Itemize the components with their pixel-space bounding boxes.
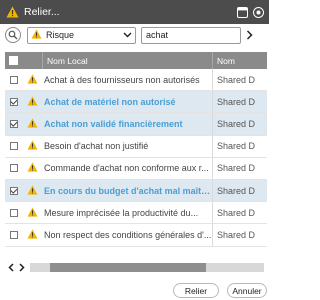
category-select[interactable]: Risque: [27, 26, 136, 44]
annuler-button[interactable]: Annuler: [227, 283, 267, 298]
table-row[interactable]: Achat de matériel non autorisé Shared D: [5, 91, 267, 114]
row-checkbox[interactable]: [9, 119, 18, 128]
table-row[interactable]: Achat non validé financièrement Shared D: [5, 113, 267, 136]
row-checkbox[interactable]: [9, 75, 18, 84]
chevron-right-icon[interactable]: [244, 27, 255, 44]
row-checkbox[interactable]: [9, 142, 18, 151]
warning-icon: [27, 229, 38, 241]
table-row[interactable]: Achat à des fournisseurs non autorisés Sh…: [5, 69, 267, 92]
row-nom: Shared D: [212, 157, 267, 179]
row-checkbox[interactable]: [9, 230, 18, 239]
table-row[interactable]: Besoin d'achat non justifié Shared D: [5, 135, 267, 158]
row-nom: Shared D: [212, 113, 267, 135]
row-nom: Shared D: [212, 91, 267, 113]
table-row[interactable]: Mesure imprécisée la productivité du... S…: [5, 202, 267, 225]
row-name: Commande d'achat non conforme aux r...: [44, 163, 209, 174]
filter-bar: Risque: [5, 24, 267, 46]
title-bar: Relier...: [0, 0, 269, 24]
column-header-nom[interactable]: Nom: [212, 52, 267, 69]
table-row[interactable]: Non respect des conditions générales d'.…: [5, 224, 267, 247]
row-name: Achat à des fournisseurs non autorisés: [44, 74, 200, 85]
table-row[interactable]: En cours du budget d'achat mal maîtris??…: [5, 179, 267, 203]
warning-icon: [27, 96, 38, 108]
scroll-track[interactable]: [30, 263, 264, 272]
table-row[interactable]: Commande d'achat non conforme aux r... Sh…: [5, 157, 267, 180]
table-body: Achat à des fournisseurs non autorisés Sh…: [5, 69, 267, 247]
window-title: Relier...: [24, 6, 60, 18]
row-nom: Shared D: [212, 202, 267, 224]
select-all-checkbox[interactable]: [9, 56, 18, 65]
warning-icon: [27, 140, 38, 152]
warning-icon: [27, 162, 38, 174]
category-select-value: Risque: [46, 30, 75, 40]
dialog-footer: Relier Annuler: [0, 283, 269, 299]
row-nom: Shared D: [212, 69, 267, 91]
scroll-thumb[interactable]: [50, 263, 206, 272]
row-name: En cours du budget d'achat mal maîtris??: [44, 185, 212, 196]
row-checkbox[interactable]: [9, 208, 18, 217]
row-name: Achat non validé financièrement: [44, 118, 183, 129]
scroll-right-icon[interactable]: [16, 262, 27, 273]
row-name: Non respect des conditions générales d'.…: [44, 229, 212, 240]
scroll-left-icon[interactable]: [5, 262, 16, 273]
chevron-down-icon: [122, 32, 132, 38]
row-nom: Shared D: [212, 224, 267, 246]
results-table: Nom Local Nom Achat à des fournisseurs n…: [5, 52, 267, 252]
warning-icon: [5, 6, 19, 19]
row-checkbox[interactable]: [9, 186, 18, 195]
window-icon[interactable]: [237, 6, 248, 18]
warning-icon: [27, 74, 38, 86]
row-nom: Shared D: [212, 179, 267, 202]
row-checkbox[interactable]: [9, 97, 18, 106]
horizontal-scrollbar[interactable]: [5, 262, 267, 273]
search-icon[interactable]: [5, 27, 21, 43]
row-checkbox[interactable]: [9, 164, 18, 173]
help-icon[interactable]: [253, 6, 264, 18]
row-nom: Shared D: [212, 135, 267, 157]
column-header-nom-local[interactable]: Nom Local: [42, 52, 212, 69]
row-name: Besoin d'achat non justifié: [44, 141, 149, 152]
row-name: Mesure imprécisée la productivité du...: [44, 207, 199, 218]
row-name: Achat de matériel non autorisé: [44, 96, 176, 107]
warning-icon: [27, 184, 38, 197]
relier-button[interactable]: Relier: [173, 283, 219, 298]
warning-icon: [27, 118, 38, 130]
search-input[interactable]: [141, 26, 241, 44]
warning-icon: [31, 29, 42, 41]
warning-icon: [27, 207, 38, 219]
table-header: Nom Local Nom: [5, 52, 267, 69]
